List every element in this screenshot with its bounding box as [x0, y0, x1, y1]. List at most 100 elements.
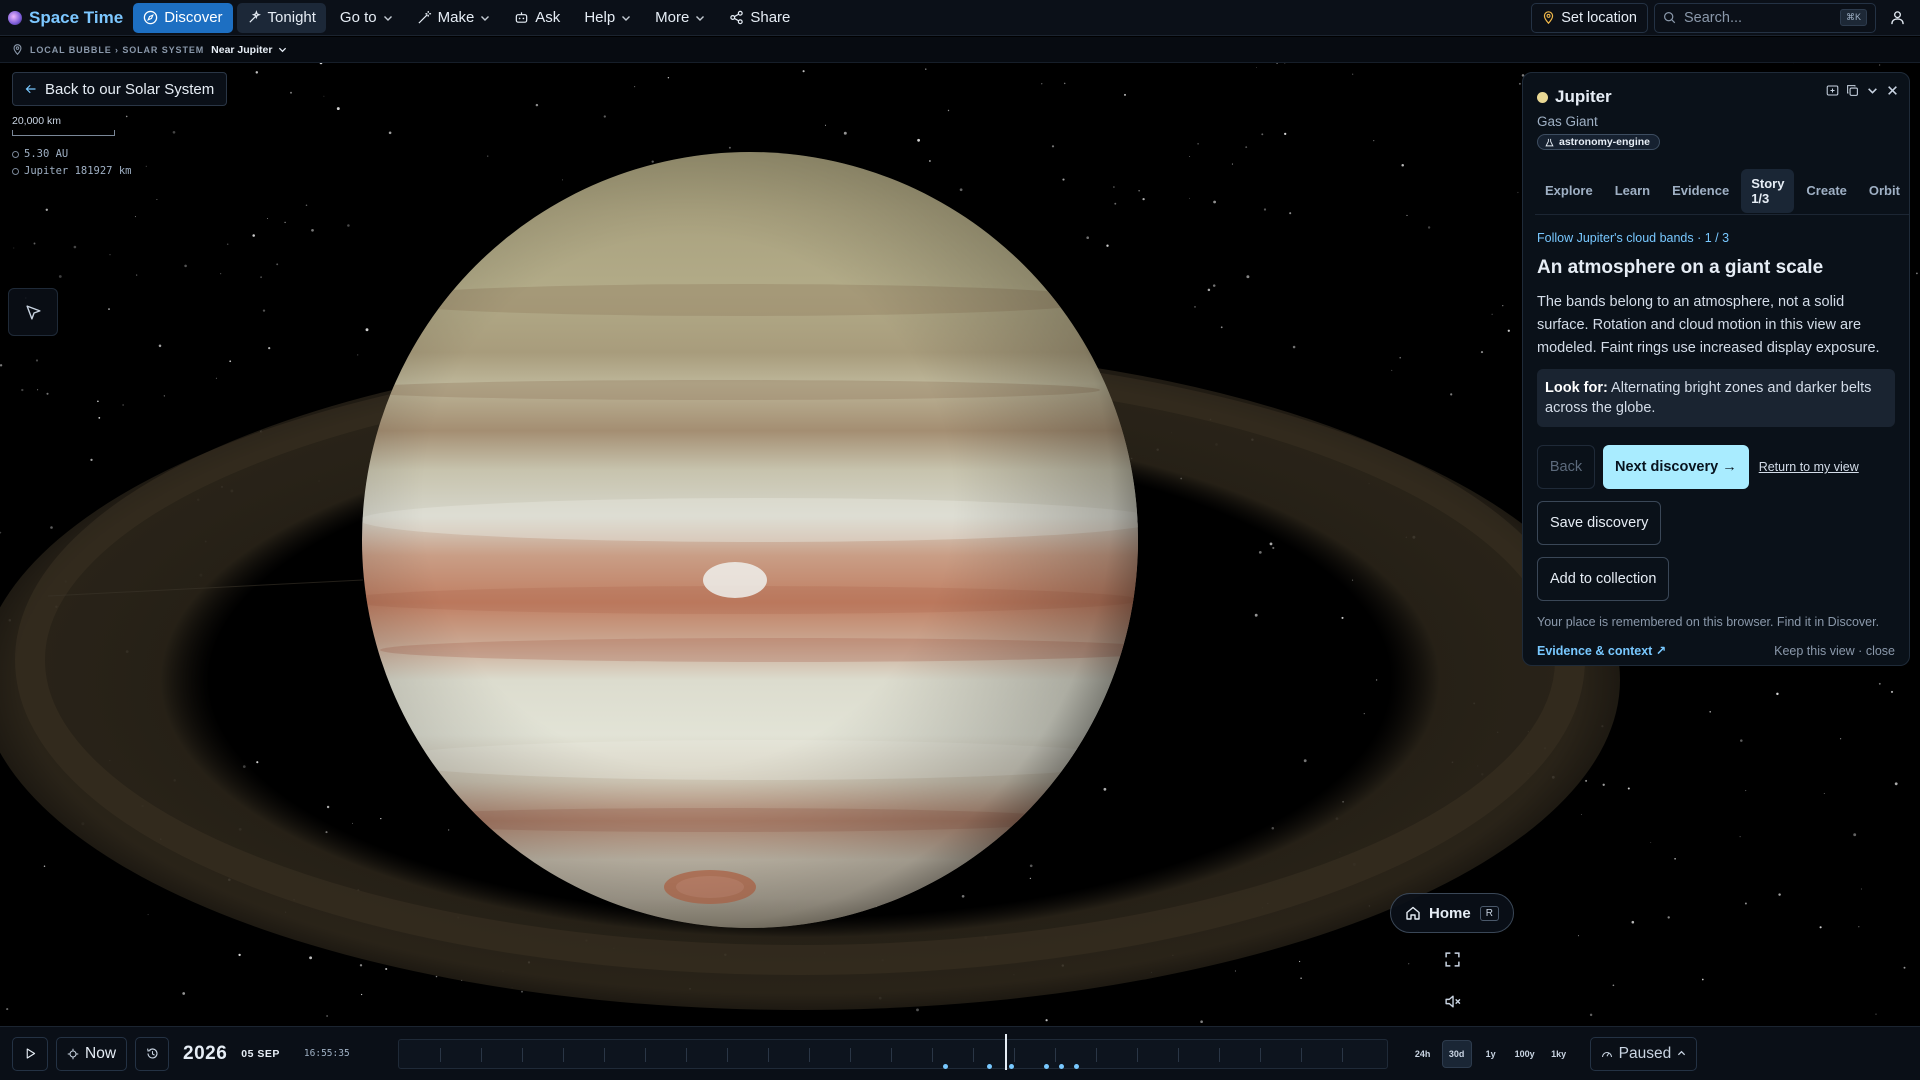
- account-button[interactable]: [1882, 3, 1912, 33]
- star: [1903, 966, 1906, 969]
- nav-help[interactable]: Help: [574, 3, 641, 33]
- select-tool-button[interactable]: [8, 288, 58, 336]
- star: [1580, 813, 1582, 815]
- star: [108, 308, 110, 311]
- breadcrumb-current[interactable]: Near Jupiter: [211, 44, 287, 56]
- brand[interactable]: Space Time: [8, 8, 123, 28]
- nav-discover[interactable]: Discover: [133, 2, 233, 33]
- current-time[interactable]: 16:55:35: [304, 1048, 350, 1059]
- time-cursor[interactable]: [1004, 1033, 1007, 1070]
- star: [158, 344, 162, 348]
- star: [1391, 369, 1393, 371]
- zoom-24h[interactable]: 24h: [1408, 1040, 1438, 1068]
- zoom-30d[interactable]: 30d: [1441, 1039, 1472, 1068]
- current-year[interactable]: 2026: [183, 1043, 227, 1065]
- nav-ask[interactable]: Ask: [504, 3, 570, 33]
- timeline-event-marker[interactable]: [1073, 1063, 1079, 1069]
- tab-evidence[interactable]: Evidence: [1662, 169, 1739, 213]
- star: [1427, 226, 1431, 229]
- object-title: Jupiter: [1537, 87, 1897, 107]
- nav-share-label: Share: [750, 9, 791, 26]
- history-button[interactable]: [135, 1036, 170, 1071]
- play-button[interactable]: [12, 1036, 48, 1071]
- nav-share[interactable]: Share: [719, 3, 800, 33]
- look-for-callout: Look for: Alternating bright zones and d…: [1537, 369, 1895, 427]
- home-button[interactable]: Home R: [1390, 893, 1514, 933]
- time-scrubber[interactable]: [397, 1033, 1388, 1070]
- star: [1106, 244, 1109, 247]
- current-date[interactable]: 05 SEP: [241, 1048, 280, 1060]
- timeline-event-marker[interactable]: [1008, 1063, 1014, 1069]
- playback-status-button[interactable]: Paused: [1589, 1036, 1698, 1071]
- return-to-my-view-link[interactable]: Return to my view: [1759, 460, 1859, 474]
- star: [1853, 833, 1857, 837]
- star: [13, 247, 15, 249]
- timeline-tick: [521, 1047, 523, 1062]
- back-to-solar-system-button[interactable]: Back to our Solar System: [12, 72, 228, 106]
- tab-explore[interactable]: Explore: [1535, 169, 1603, 213]
- star: [290, 91, 292, 94]
- object-name: Jupiter: [1555, 87, 1612, 106]
- timeline-event-marker[interactable]: [1043, 1063, 1049, 1069]
- timeline-event-marker[interactable]: [942, 1063, 948, 1069]
- star: [357, 354, 359, 356]
- set-location-button[interactable]: Set location: [1531, 2, 1648, 33]
- flask-icon: [1545, 138, 1554, 146]
- timeline-event-marker[interactable]: [986, 1063, 992, 1069]
- timeline-tick: [1300, 1047, 1302, 1062]
- tab-create[interactable]: Create: [1796, 169, 1856, 213]
- panel-header: Jupiter Gas Giant astronomy-engine: [1537, 87, 1897, 152]
- target-icon: [12, 168, 19, 175]
- sun-icon: [12, 151, 19, 158]
- fullscreen-button[interactable]: [1440, 947, 1464, 971]
- star: [802, 70, 805, 73]
- star: [1051, 145, 1055, 148]
- save-discovery-button[interactable]: Save discovery: [1537, 501, 1662, 545]
- timeline-tick: [603, 1047, 605, 1062]
- add-to-collection-button[interactable]: Add to collection: [1537, 557, 1670, 601]
- star: [311, 228, 314, 232]
- nav-make[interactable]: Make: [407, 3, 501, 33]
- star: [1207, 288, 1211, 292]
- search-input[interactable]: Search... ⌘K: [1654, 2, 1876, 33]
- nav-goto[interactable]: Go to: [330, 3, 403, 33]
- star: [360, 993, 363, 996]
- breadcrumb-path[interactable]: LOCAL BUBBLE › SOLAR SYSTEM: [30, 45, 204, 55]
- star: [1041, 83, 1043, 85]
- star: [184, 264, 187, 268]
- mute-button[interactable]: [1440, 989, 1464, 1013]
- star: [843, 131, 847, 135]
- story-back-button[interactable]: Back: [1537, 445, 1595, 489]
- tab-story[interactable]: Story 1/3: [1741, 168, 1795, 213]
- timeline-tick: [972, 1047, 974, 1062]
- zoom-1y[interactable]: 1y: [1476, 1040, 1506, 1068]
- chevron-down-icon: [383, 15, 392, 21]
- keep-view-close-link[interactable]: Keep this view · close: [1774, 644, 1895, 658]
- star: [1778, 893, 1781, 896]
- zoom-100y[interactable]: 100y: [1510, 1040, 1540, 1068]
- timeline-event-marker[interactable]: [1058, 1063, 1064, 1069]
- nav-more[interactable]: More: [645, 3, 715, 33]
- nav-goto-label: Go to: [339, 9, 377, 26]
- tab-learn[interactable]: Learn: [1605, 169, 1660, 213]
- star: [603, 115, 606, 118]
- next-discovery-button[interactable]: Next discovery →: [1603, 445, 1749, 489]
- data-source-badge[interactable]: astronomy-engine: [1537, 134, 1661, 150]
- zoom-1ky[interactable]: 1ky: [1544, 1040, 1574, 1068]
- star: [1113, 186, 1115, 188]
- search-placeholder: Search...: [1684, 9, 1743, 26]
- star: [1299, 960, 1301, 963]
- nav-tonight[interactable]: Tonight: [236, 2, 326, 33]
- star: [1517, 191, 1519, 194]
- star: [215, 377, 217, 379]
- tab-orbit[interactable]: Orbit: [1859, 169, 1909, 213]
- star: [1709, 711, 1711, 713]
- scale-label: 20,000 km: [12, 115, 62, 127]
- nav-make-label: Make: [437, 9, 475, 26]
- star: [134, 216, 136, 218]
- chevron-down-icon: [481, 15, 490, 21]
- now-button[interactable]: Now: [56, 1036, 128, 1071]
- star: [667, 77, 670, 79]
- evidence-context-link[interactable]: Evidence & context ↗: [1537, 643, 1666, 658]
- scale-indicator: 20,000 km 5.30 AU Jupiter 181927 km: [12, 115, 131, 180]
